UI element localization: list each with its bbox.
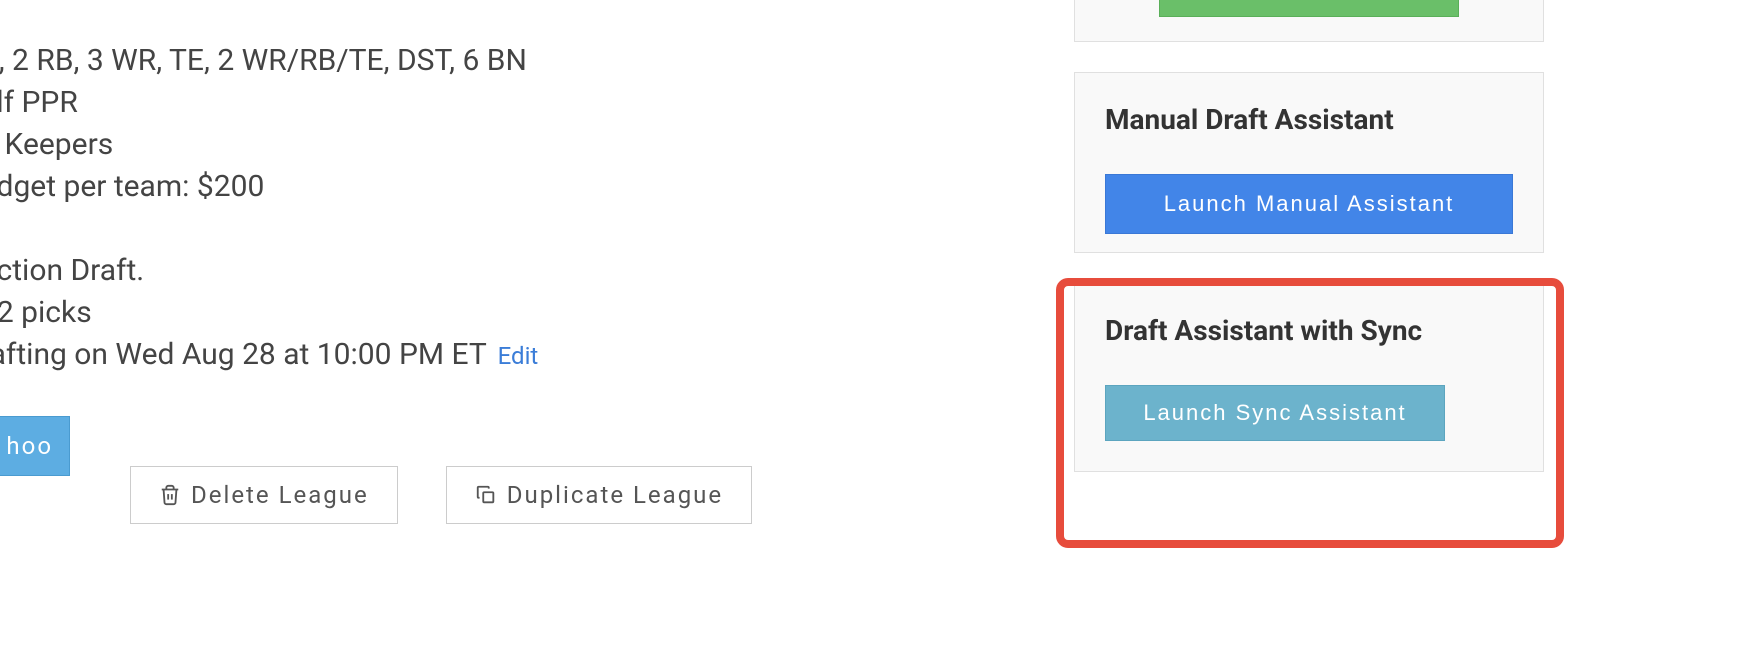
trash-icon xyxy=(159,484,181,506)
draft-time-line: rafting on Wed Aug 28 at 10:00 PM ET Edi… xyxy=(0,334,880,376)
budget-line: udget per team: $200 xyxy=(0,166,880,208)
yahoo-button-partial[interactable]: hoo xyxy=(0,416,70,476)
manual-assistant-card: Manual Draft Assistant Launch Manual Ass… xyxy=(1074,72,1544,253)
scoring-line: alf PPR xyxy=(0,82,880,124)
yahoo-button-label: hoo xyxy=(6,432,53,460)
duplicate-league-label: Duplicate League xyxy=(507,481,723,509)
sidebar: Start a Mock Draft Manual Draft Assistan… xyxy=(1074,0,1544,502)
draft-type-line: uction Draft. xyxy=(0,250,880,292)
picks-line: 02 picks xyxy=(0,292,880,334)
delete-league-label: Delete League xyxy=(191,481,369,509)
sync-assistant-title: Draft Assistant with Sync xyxy=(1105,314,1513,347)
launch-sync-assistant-button[interactable]: Launch Sync Assistant xyxy=(1105,385,1445,441)
sync-assistant-card: Draft Assistant with Sync Launch Sync As… xyxy=(1074,283,1544,472)
duplicate-league-button[interactable]: Duplicate League xyxy=(446,466,752,524)
keepers-line: o Keepers xyxy=(0,124,880,166)
league-info: B, 2 RB, 3 WR, TE, 2 WR/RB/TE, DST, 6 BN… xyxy=(0,40,880,376)
mock-draft-card: Start a Mock Draft xyxy=(1074,0,1544,42)
launch-sync-assistant-label: Launch Sync Assistant xyxy=(1143,400,1406,426)
copy-icon xyxy=(475,484,497,506)
draft-time-text: rafting on Wed Aug 28 at 10:00 PM ET xyxy=(0,337,486,372)
start-mock-draft-button[interactable]: Start a Mock Draft xyxy=(1159,0,1459,17)
launch-manual-assistant-button[interactable]: Launch Manual Assistant xyxy=(1105,174,1513,234)
launch-manual-assistant-label: Launch Manual Assistant xyxy=(1164,191,1455,217)
roster-line: B, 2 RB, 3 WR, TE, 2 WR/RB/TE, DST, 6 BN xyxy=(0,40,880,82)
start-mock-draft-label: Start a Mock Draft xyxy=(1202,0,1415,2)
manual-assistant-title: Manual Draft Assistant xyxy=(1105,103,1513,136)
delete-league-button[interactable]: Delete League xyxy=(130,466,398,524)
edit-link[interactable]: Edit xyxy=(498,342,539,370)
